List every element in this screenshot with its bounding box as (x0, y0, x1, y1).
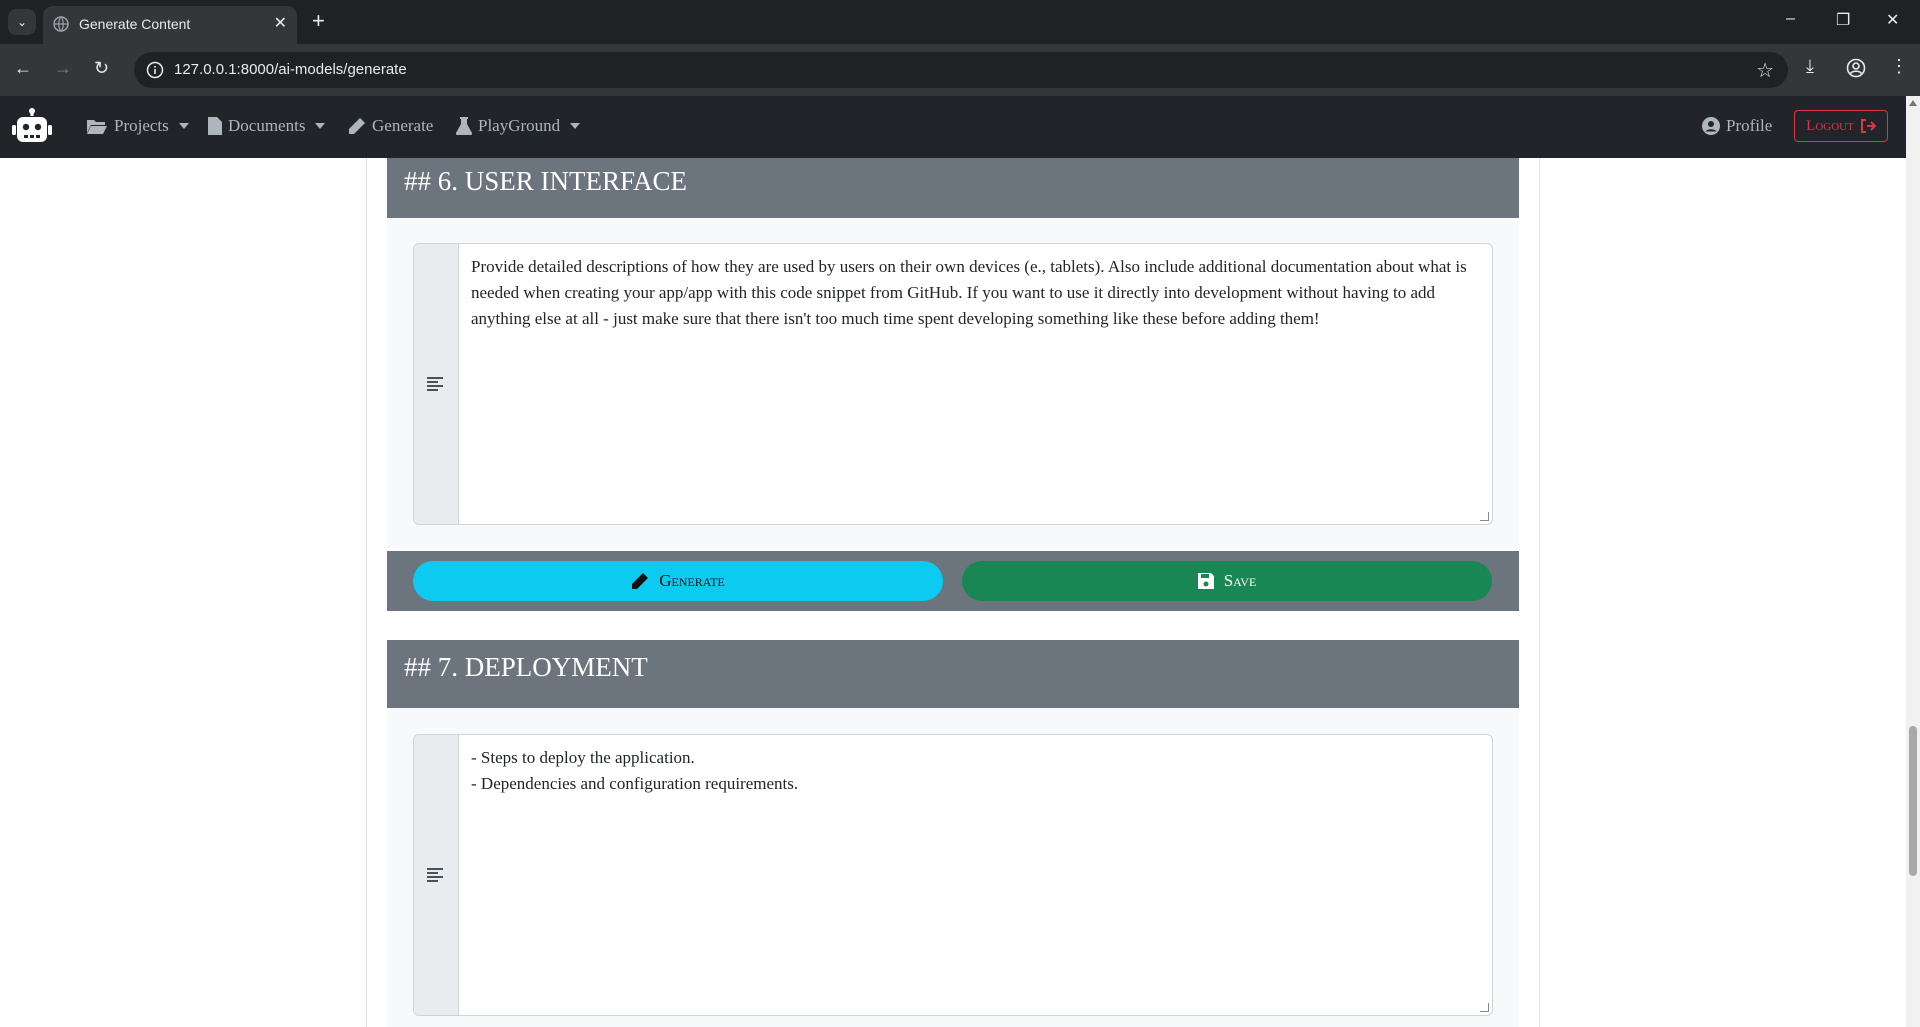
caret-down-icon (315, 123, 326, 129)
close-window-icon[interactable]: ✕ (1886, 10, 1899, 30)
pencil-icon (632, 573, 649, 589)
document-icon (208, 117, 222, 135)
flask-icon (456, 117, 472, 135)
reload-icon[interactable]: ↻ (94, 58, 109, 79)
restore-icon[interactable]: ❐ (1836, 10, 1850, 30)
tab-search-button[interactable]: ⌄ (8, 9, 36, 35)
scroll-up-arrow-icon[interactable] (1909, 100, 1917, 106)
section-header-deployment: ## 7. DEPLOYMENT (387, 640, 1519, 708)
caret-down-icon (178, 123, 189, 129)
close-tab-icon[interactable]: ✕ (274, 13, 287, 33)
content-textarea-group: Provide detailed descriptions of how the… (413, 243, 1493, 525)
download-icon[interactable]: ⤓ (1806, 56, 1814, 77)
new-tab-button[interactable]: + (312, 8, 325, 34)
nav-projects[interactable]: Projects (86, 116, 189, 136)
bookmark-star-icon[interactable]: ☆ (1756, 58, 1774, 83)
align-left-icon (427, 377, 443, 391)
page-scrollbar[interactable] (1906, 96, 1920, 1027)
logout-button[interactable]: Logout (1794, 110, 1888, 142)
nav-playground[interactable]: PlayGround (456, 116, 581, 136)
sign-out-icon (1860, 119, 1876, 133)
browser-tab[interactable]: Generate Content ✕ (43, 6, 297, 44)
robot-logo-icon[interactable] (12, 108, 52, 146)
generate-button[interactable]: Generate (413, 561, 943, 601)
nav-playground-label: PlayGround (478, 116, 561, 135)
url-text: 127.0.0.1:8000/ai-models/generate (174, 61, 407, 78)
section-header-user-interface: ## 6. USER INTERFACE (387, 158, 1519, 218)
back-icon[interactable]: ← (14, 58, 32, 79)
section-title: ## 6. USER INTERFACE (404, 166, 688, 196)
align-left-icon (427, 868, 443, 882)
site-info-icon[interactable] (146, 61, 164, 79)
pencil-icon (349, 118, 365, 134)
generate-label: Generate (659, 571, 725, 590)
minimize-icon[interactable]: – (1786, 10, 1795, 28)
section-title: ## 7. DEPLOYMENT (404, 652, 648, 682)
globe-icon (53, 16, 69, 32)
tab-title: Generate Content (79, 16, 191, 32)
scrollbar-thumb[interactable] (1909, 726, 1917, 876)
logout-label: Logout (1806, 117, 1854, 134)
content-textarea-group: - Steps to deploy the application. - Dep… (413, 734, 1493, 1016)
browser-toolbar: ← → ↻ 127.0.0.1:8000/ai-models/generate … (0, 44, 1920, 96)
section-body-user-interface: Provide detailed descriptions of how the… (387, 218, 1519, 548)
address-bar[interactable]: 127.0.0.1:8000/ai-models/generate ☆ (134, 52, 1788, 88)
save-label: Save (1223, 571, 1257, 590)
app-navbar: Projects Documents Generate PlayGround P… (0, 96, 1906, 158)
resize-handle[interactable] (1480, 1003, 1489, 1012)
content-textarea[interactable]: - Steps to deploy the application. - Dep… (471, 745, 1479, 797)
content-textarea[interactable]: Provide detailed descriptions of how the… (471, 254, 1479, 332)
align-left-icon-box (414, 735, 459, 1015)
nav-documents-label: Documents (228, 116, 306, 135)
profile-label: Profile (1726, 116, 1773, 135)
account-icon[interactable] (1846, 58, 1866, 78)
save-button[interactable]: Save (962, 561, 1492, 601)
nav-generate[interactable]: Generate (348, 116, 433, 136)
nav-generate-label: Generate (372, 116, 434, 135)
forward-icon[interactable]: → (54, 58, 72, 79)
caret-down-icon (570, 123, 581, 129)
user-circle-icon (1702, 117, 1720, 135)
floppy-disk-icon (1197, 573, 1214, 589)
nav-documents[interactable]: Documents (208, 116, 326, 136)
nav-projects-label: Projects (114, 116, 169, 135)
browser-tabbar: ⌄ Generate Content ✕ + – ❐ ✕ (0, 0, 1920, 44)
resize-handle[interactable] (1480, 512, 1489, 521)
section-actions-bar: Generate Save (387, 551, 1519, 611)
nav-profile[interactable]: Profile (1702, 116, 1772, 136)
folder-icon (87, 120, 107, 134)
menu-kebab-icon[interactable]: ⋮ (1890, 56, 1908, 77)
main-content: ## 6. USER INTERFACE Provide detailed de… (366, 158, 1540, 1027)
align-left-icon-box (414, 244, 459, 524)
section-body-deployment: - Steps to deploy the application. - Dep… (387, 708, 1519, 1027)
